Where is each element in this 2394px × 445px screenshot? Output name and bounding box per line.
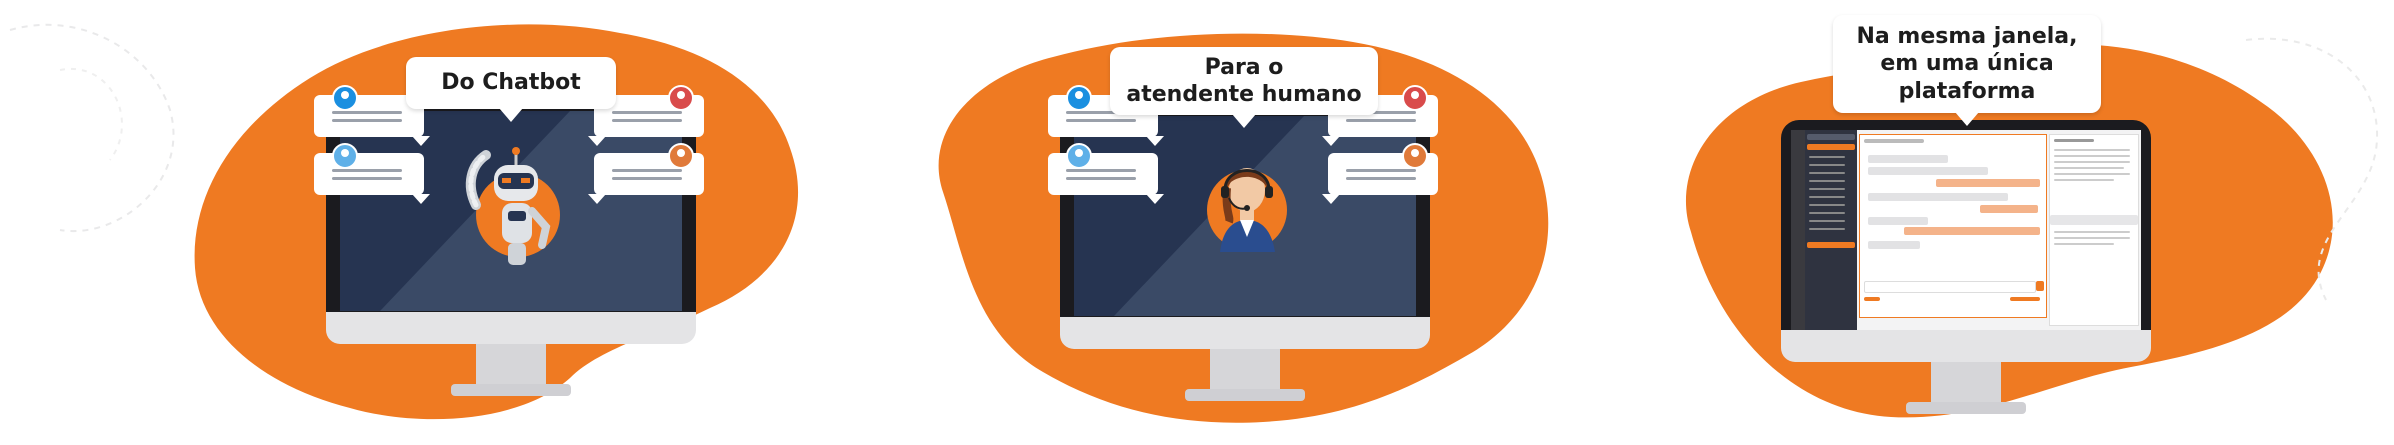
app-contact-list [1805,130,1857,330]
app-chat-area [1859,134,2047,318]
chat-bubble-left-bottom [314,143,430,204]
user-avatar-blue [332,85,358,111]
screen [1791,130,2141,330]
caption-callout: Na mesma janela, em uma única plataforma [1833,15,2101,126]
panel-chatbot: Do Chatbot [0,0,799,445]
dashed-lines [9,23,175,233]
caption-line-2: em uma única [1880,51,2054,77]
caption-callout: Do Chatbot [406,57,616,122]
app-nav-rail [1791,130,1805,330]
caption-line-1: Na mesma janela, [1856,23,2078,49]
chat-bubble-left-bottom [1048,143,1164,204]
chat-bubble-right-bottom [588,143,704,204]
user-avatar-red [668,85,694,111]
caption-line-2: atendente humano [1126,82,1362,107]
app-info-panel [2049,134,2139,326]
caption-text: Do Chatbot [441,70,581,96]
headset-agent-icon [1207,168,1287,252]
caption-line-3: plataforma [1898,78,2036,104]
user-avatar-lightblue [332,143,358,169]
user-avatar-blue [1066,85,1092,111]
panel-agent: Para o atendente humano [798,0,1596,445]
user-avatar-lightblue [1066,143,1092,169]
robot-icon [465,147,560,265]
user-avatar-orange [1402,143,1428,169]
caption-callout: Para o atendente humano [1110,47,1378,128]
user-avatar-red [1402,85,1428,111]
caption-line-1: Para o [1204,54,1284,80]
panel-platform: Na mesma janela, em uma única plataforma [1596,0,2394,445]
user-avatar-orange [668,143,694,169]
chat-bubble-right-bottom [1322,143,1438,204]
